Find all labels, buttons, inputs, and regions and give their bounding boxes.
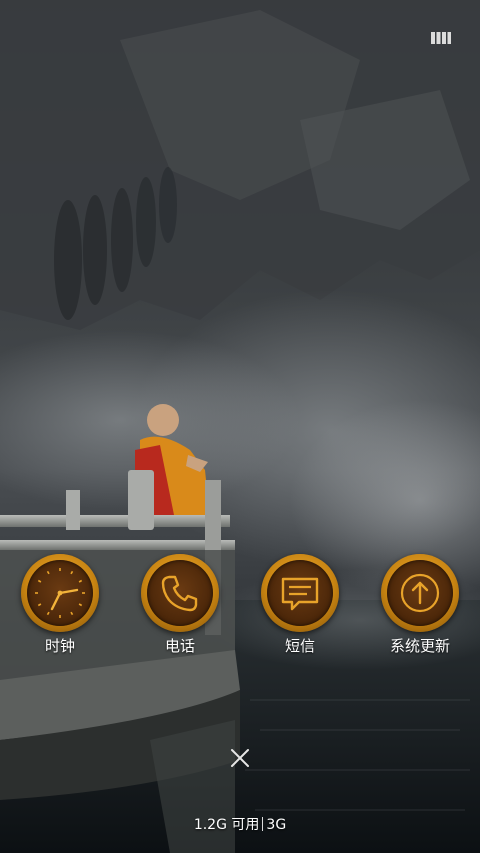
- memory-available: 1.2G 可用: [193, 817, 260, 833]
- message-icon: [281, 577, 319, 611]
- system-update-icon: [400, 573, 440, 613]
- app-system-update[interactable]: 系统更新: [360, 552, 480, 662]
- app-clock-label: 时钟: [44, 637, 75, 655]
- phone-icon: [161, 575, 198, 612]
- clock-icon: [35, 568, 85, 618]
- message-icon-ring: [261, 554, 339, 632]
- app-system-update-label: 系统更新: [389, 637, 450, 655]
- divider: [262, 817, 264, 831]
- network-type: 3G: [266, 817, 287, 833]
- clock-icon-ring: [21, 554, 99, 632]
- app-phone-label: 电话: [164, 637, 195, 655]
- app-messages-label: 短信: [284, 637, 315, 655]
- memory-status: 1.2G 可用 3G: [0, 815, 480, 835]
- app-clock[interactable]: 时钟: [0, 552, 120, 662]
- wallpaper-image: [0, 0, 480, 853]
- close-icon[interactable]: [228, 746, 252, 770]
- system-update-icon-ring: [381, 554, 459, 632]
- app-phone[interactable]: 电话: [120, 552, 240, 662]
- phone-icon-ring: [141, 554, 219, 632]
- multitask-mode-icon[interactable]: [430, 30, 452, 46]
- recent-apps-row: 时钟 电话 短信 系统更新: [0, 552, 480, 662]
- app-messages[interactable]: 短信: [240, 552, 360, 662]
